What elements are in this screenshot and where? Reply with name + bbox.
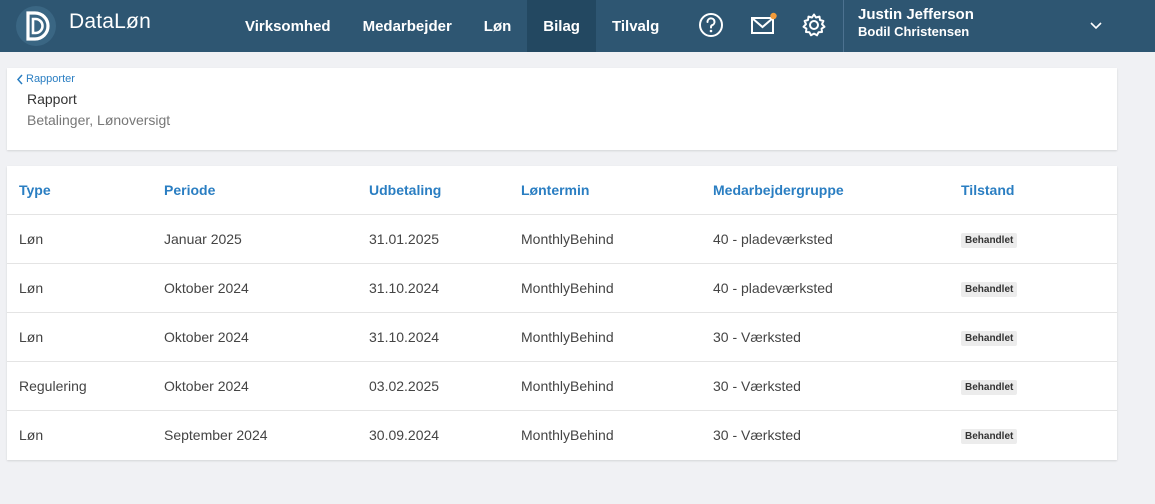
datalon-logo-icon[interactable] [14, 4, 58, 48]
cell-periode: September 2024 [164, 426, 268, 443]
cell-lontermin: MonthlyBehind [509, 214, 701, 264]
chevron-left-icon [16, 74, 23, 84]
main-nav: Virksomhed Medarbejder Løn Bilag Tilvalg [229, 0, 675, 52]
mail-icon[interactable] [748, 10, 778, 40]
column-header-periode[interactable]: Periode [152, 166, 357, 215]
nav-item-medarbejder[interactable]: Medarbejder [347, 0, 468, 52]
status-badge: Behandlet [961, 379, 1018, 395]
table-header-row: Type Periode Udbetaling Løntermin Medarb… [7, 166, 1117, 215]
cell-medarbejdergruppe: 40 - pladeværksted [701, 263, 949, 313]
chevron-down-icon [1090, 22, 1102, 30]
cell-periode: Oktober 2024 [152, 312, 357, 362]
status-badge: Behandlet [961, 428, 1018, 444]
cell-udbetaling: 03.02.2025 [357, 361, 509, 411]
cell-tilstand: Behandlet [949, 214, 1117, 264]
cell-udbetaling: 30.09.2024 [369, 426, 440, 443]
cell-lontermin: MonthlyBehind [509, 263, 701, 313]
notification-dot-icon [770, 12, 777, 20]
status-badge: Behandlet [961, 281, 1018, 297]
cell-periode: Oktober 2024 [152, 361, 357, 411]
column-header-udbetaling[interactable]: Udbetaling [357, 166, 509, 215]
cell-lontermin: MonthlyBehind [509, 312, 701, 362]
nav-item-tilvalg[interactable]: Tilvalg [596, 0, 675, 52]
cell-type: Løn [19, 426, 44, 443]
table-row[interactable]: Løn Januar 2025 31.01.2025 MonthlyBehind… [7, 214, 1117, 264]
column-header-type[interactable]: Type [7, 166, 152, 215]
cell-tilstand: Behandlet [949, 312, 1117, 362]
cell-periode: Oktober 2024 [152, 263, 357, 313]
user-name: Justin Jefferson [858, 6, 974, 23]
cell-type: Regulering [7, 361, 152, 411]
status-badge: Behandlet [961, 330, 1018, 346]
payments-table: Type Periode Udbetaling Løntermin Medarb… [7, 166, 1117, 459]
cell-type: Løn [7, 312, 152, 362]
cell-medarbejdergruppe: 40 - pladeværksted [701, 214, 949, 264]
top-navigation-bar: DataLøn Virksomhed Medarbejder Løn Bilag… [0, 0, 1155, 52]
page-title: Rapport [27, 91, 77, 107]
report-header-card: Rapporter Rapport Betalinger, Lønoversig… [7, 68, 1117, 150]
cell-medarbejdergruppe: 30 - Værksted [701, 312, 949, 362]
table-row[interactable]: Løn Oktober 2024 31.10.2024 MonthlyBehin… [7, 312, 1117, 362]
column-header-tilstand[interactable]: Tilstand [949, 166, 1117, 215]
breadcrumb-back-link[interactable]: Rapporter [16, 73, 75, 85]
cell-lontermin: MonthlyBehind [509, 361, 701, 411]
cell-type: Løn [7, 214, 152, 264]
cell-udbetaling: 31.01.2025 [357, 214, 509, 264]
cell-type: Løn [7, 263, 152, 313]
breadcrumb-back-label: Rapporter [26, 73, 75, 85]
status-badge: Behandlet [961, 232, 1018, 248]
nav-item-lon[interactable]: Løn [468, 0, 528, 52]
user-company: Bodil Christensen [858, 24, 970, 39]
cell-medarbejdergruppe: 30 - Værksted [713, 426, 801, 443]
page-subtitle: Betalinger, Lønoversigt [27, 112, 171, 128]
nav-item-virksomhed[interactable]: Virksomhed [229, 0, 347, 52]
table-row[interactable]: Regulering Oktober 2024 03.02.2025 Month… [7, 361, 1117, 411]
cell-lontermin: MonthlyBehind [521, 426, 614, 443]
cell-periode: Januar 2025 [152, 214, 357, 264]
cell-tilstand: Behandlet [949, 410, 1117, 459]
brand-name[interactable]: DataLøn [69, 10, 151, 34]
table-row[interactable]: Løn September 2024 30.09.2024 MonthlyBeh… [7, 410, 1117, 459]
user-menu[interactable]: Justin Jefferson Bodil Christensen [843, 0, 1155, 52]
cell-udbetaling: 31.10.2024 [357, 263, 509, 313]
help-icon[interactable] [696, 10, 726, 40]
nav-item-bilag[interactable]: Bilag [527, 0, 596, 52]
cell-tilstand: Behandlet [949, 263, 1117, 313]
cell-udbetaling: 31.10.2024 [357, 312, 509, 362]
payments-table-card: Type Periode Udbetaling Løntermin Medarb… [7, 166, 1117, 460]
column-header-medarbejdergruppe[interactable]: Medarbejdergruppe [701, 166, 949, 215]
column-header-lontermin[interactable]: Løntermin [509, 166, 701, 215]
settings-icon[interactable] [799, 10, 829, 40]
table-row[interactable]: Løn Oktober 2024 31.10.2024 MonthlyBehin… [7, 263, 1117, 313]
cell-tilstand: Behandlet [949, 361, 1117, 411]
cell-medarbejdergruppe: 30 - Værksted [701, 361, 949, 411]
